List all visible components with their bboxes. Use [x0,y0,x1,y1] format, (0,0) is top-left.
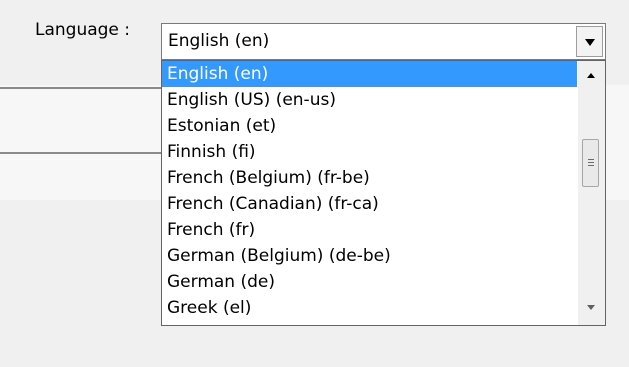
scrollbar-thumb[interactable] [582,139,599,187]
option-list: English (en) English (US) (en-us) Estoni… [162,61,577,321]
grip-icon [588,162,594,163]
language-option[interactable]: German (Belgium) (de-be) [162,243,577,269]
language-option[interactable]: English (en) [162,61,577,87]
language-option[interactable]: French (Canadian) (fr-ca) [162,191,577,217]
language-label: Language : [35,20,131,40]
language-option[interactable]: Greek (el) [162,295,577,321]
language-selected-value: English (en) [168,31,270,51]
vertical-scrollbar[interactable] [578,61,605,325]
language-dropdown-list[interactable]: English (en) English (US) (en-us) Estoni… [161,60,606,326]
scroll-up-arrow-icon[interactable] [587,73,595,78]
grip-icon [588,165,594,166]
chevron-down-icon [585,39,595,46]
dropdown-toggle-button[interactable] [576,26,603,57]
language-combobox[interactable]: English (en) [161,23,606,60]
separator-line [0,152,165,154]
language-option[interactable]: Estonian (et) [162,113,577,139]
language-option[interactable]: French (fr) [162,217,577,243]
separator-line [0,87,165,89]
language-option[interactable]: German (de) [162,269,577,295]
language-option[interactable]: English (US) (en-us) [162,87,577,113]
language-option[interactable]: Finnish (fi) [162,139,577,165]
scroll-down-arrow-icon[interactable] [587,305,595,310]
language-option[interactable]: French (Belgium) (fr-be) [162,165,577,191]
grip-icon [588,159,594,160]
